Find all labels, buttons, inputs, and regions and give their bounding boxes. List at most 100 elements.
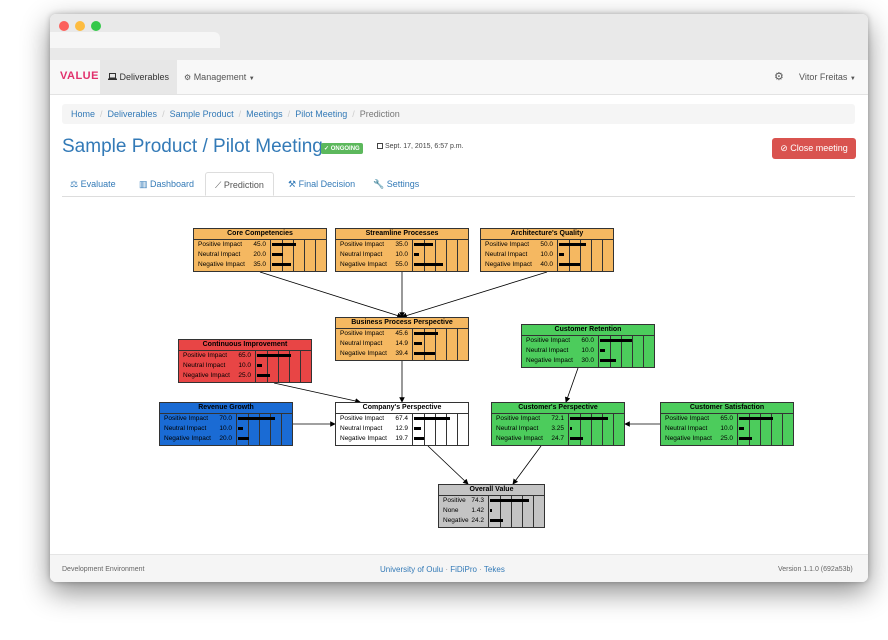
state-value: 25.0 (238, 372, 251, 379)
state-probability-bar (257, 354, 292, 357)
node-architecture[interactable]: Architecture's Quality Positive Impact 50.… (480, 228, 614, 272)
state-label: Negative Impact (526, 357, 573, 364)
state-value: 24.7 (551, 435, 564, 442)
state-probability-bar (414, 417, 450, 420)
node-bpp[interactable]: Business Process Perspective Positive Imp… (335, 317, 469, 361)
state-label: Negative Impact (340, 435, 387, 442)
state-label: Positive Impact (526, 337, 571, 344)
state-value: 39.4 (395, 350, 408, 357)
state-value: 50.0 (540, 241, 553, 248)
state-value: 35.0 (395, 241, 408, 248)
state-value: 70.0 (219, 415, 232, 422)
state-label: Positive Impact (340, 415, 385, 422)
node-bar-area (255, 351, 311, 382)
state-label: Neutral Impact (164, 425, 207, 432)
state-value: 65.0 (238, 352, 251, 359)
edge-retention-to-customer (564, 367, 579, 403)
state-label: Negative Impact (198, 261, 245, 268)
edge-company-to-overall (427, 445, 469, 485)
state-label: Positive Impact (496, 415, 541, 422)
state-value: 40.0 (540, 261, 553, 268)
state-label: Neutral Impact (340, 251, 383, 258)
footer: Development Environment University of Ou… (50, 554, 868, 582)
footer-link-fidipro[interactable]: FiDiPro (450, 565, 477, 574)
state-value: 60.0 (581, 337, 594, 344)
state-probability-bar (414, 243, 433, 246)
state-probability-bar (490, 499, 530, 502)
node-bar-area (598, 336, 654, 367)
state-probability-bar (739, 417, 774, 420)
state-probability-bar (414, 352, 435, 355)
state-label: Neutral Impact (340, 425, 383, 432)
node-overall[interactable]: Overall Value Positive 74.3 None 1.42 Negativ… (438, 484, 545, 528)
node-retention[interactable]: Customer Retention Positive Impact 60.0 Neu… (521, 324, 655, 368)
state-label: Negative Impact (164, 435, 211, 442)
node-title: Company's Perspective (336, 403, 468, 414)
browser-window: VALUE Deliverables ⚙ Management ▼ ⚙ Vito… (50, 14, 868, 582)
state-value: 30.0 (581, 357, 594, 364)
state-probability-bar (490, 519, 503, 522)
state-value: 67.4 (395, 415, 408, 422)
state-probability-bar (559, 263, 581, 266)
state-value: 19.7 (395, 435, 408, 442)
state-probability-bar (414, 332, 439, 335)
state-label: Positive Impact (183, 352, 228, 359)
state-probability-bar (414, 427, 421, 430)
state-label: Neutral Impact (526, 347, 569, 354)
state-value: 24.2 (471, 517, 484, 524)
state-value: 25.0 (720, 435, 733, 442)
state-label: Negative Impact (496, 435, 543, 442)
node-company[interactable]: Company's Perspective Positive Impact 67.4… (335, 402, 469, 446)
state-label: Positive Impact (665, 415, 710, 422)
footer-environment: Development Environment (62, 566, 145, 573)
state-probability-bar (570, 427, 572, 430)
state-probability-bar (739, 437, 753, 440)
state-probability-bar (414, 253, 420, 256)
state-probability-bar (490, 509, 492, 512)
state-label: Negative Impact (340, 350, 387, 357)
state-probability-bar (559, 243, 586, 246)
state-value: 10.0 (395, 251, 408, 258)
node-title: Streamline Processes (336, 229, 468, 240)
state-probability-bar (238, 427, 244, 430)
node-bar-area (557, 240, 613, 271)
state-value: 65.0 (720, 415, 733, 422)
state-label: Negative (443, 517, 469, 524)
state-label: Neutral Impact (340, 340, 383, 347)
node-revenue[interactable]: Revenue Growth Positive Impact 70.0 Neutral… (159, 402, 293, 446)
state-value: 10.0 (720, 425, 733, 432)
state-probability-bar (600, 339, 632, 342)
node-title: Revenue Growth (160, 403, 292, 414)
node-title: Customer Satisfaction (661, 403, 793, 414)
node-title: Core Competencies (194, 229, 326, 240)
state-value: 14.9 (395, 340, 408, 347)
state-value: 35.0 (253, 261, 266, 268)
edge-ci-to-company (273, 382, 361, 404)
state-value: 1.42 (471, 507, 484, 514)
node-ci[interactable]: Continuous Improvement Positive Impact 65.… (178, 339, 312, 383)
state-value: 12.9 (395, 425, 408, 432)
state-label: Positive Impact (485, 241, 530, 248)
footer-link-oulu[interactable]: University of Oulu (380, 565, 443, 574)
node-streamline[interactable]: Streamline Processes Positive Impact 35.0 N… (335, 228, 469, 272)
state-probability-bar (272, 253, 283, 256)
footer-link-tekes[interactable]: Tekes (484, 565, 505, 574)
node-core[interactable]: Core Competencies Positive Impact 45.0 Neut… (193, 228, 327, 272)
state-value: 20.0 (253, 251, 266, 258)
state-label: Neutral Impact (183, 362, 226, 369)
node-bar-area (412, 414, 468, 445)
state-probability-bar (570, 417, 609, 420)
state-label: Positive (443, 497, 466, 504)
footer-version: Version 1.1.0 (692a53b) (778, 566, 853, 573)
state-probability-bar (559, 253, 565, 256)
state-probability-bar (414, 263, 444, 266)
state-label: Positive Impact (198, 241, 243, 248)
state-value: 3.25 (551, 425, 564, 432)
state-probability-bar (570, 437, 584, 440)
node-satisfaction[interactable]: Customer Satisfaction Positive Impact 65.0… (660, 402, 794, 446)
state-probability-bar (238, 437, 249, 440)
node-customer[interactable]: Customer's Perspective Positive Impact 72.… (491, 402, 625, 446)
edge-customer-to-overall (512, 445, 542, 485)
state-label: Neutral Impact (198, 251, 241, 258)
state-probability-bar (600, 359, 616, 362)
